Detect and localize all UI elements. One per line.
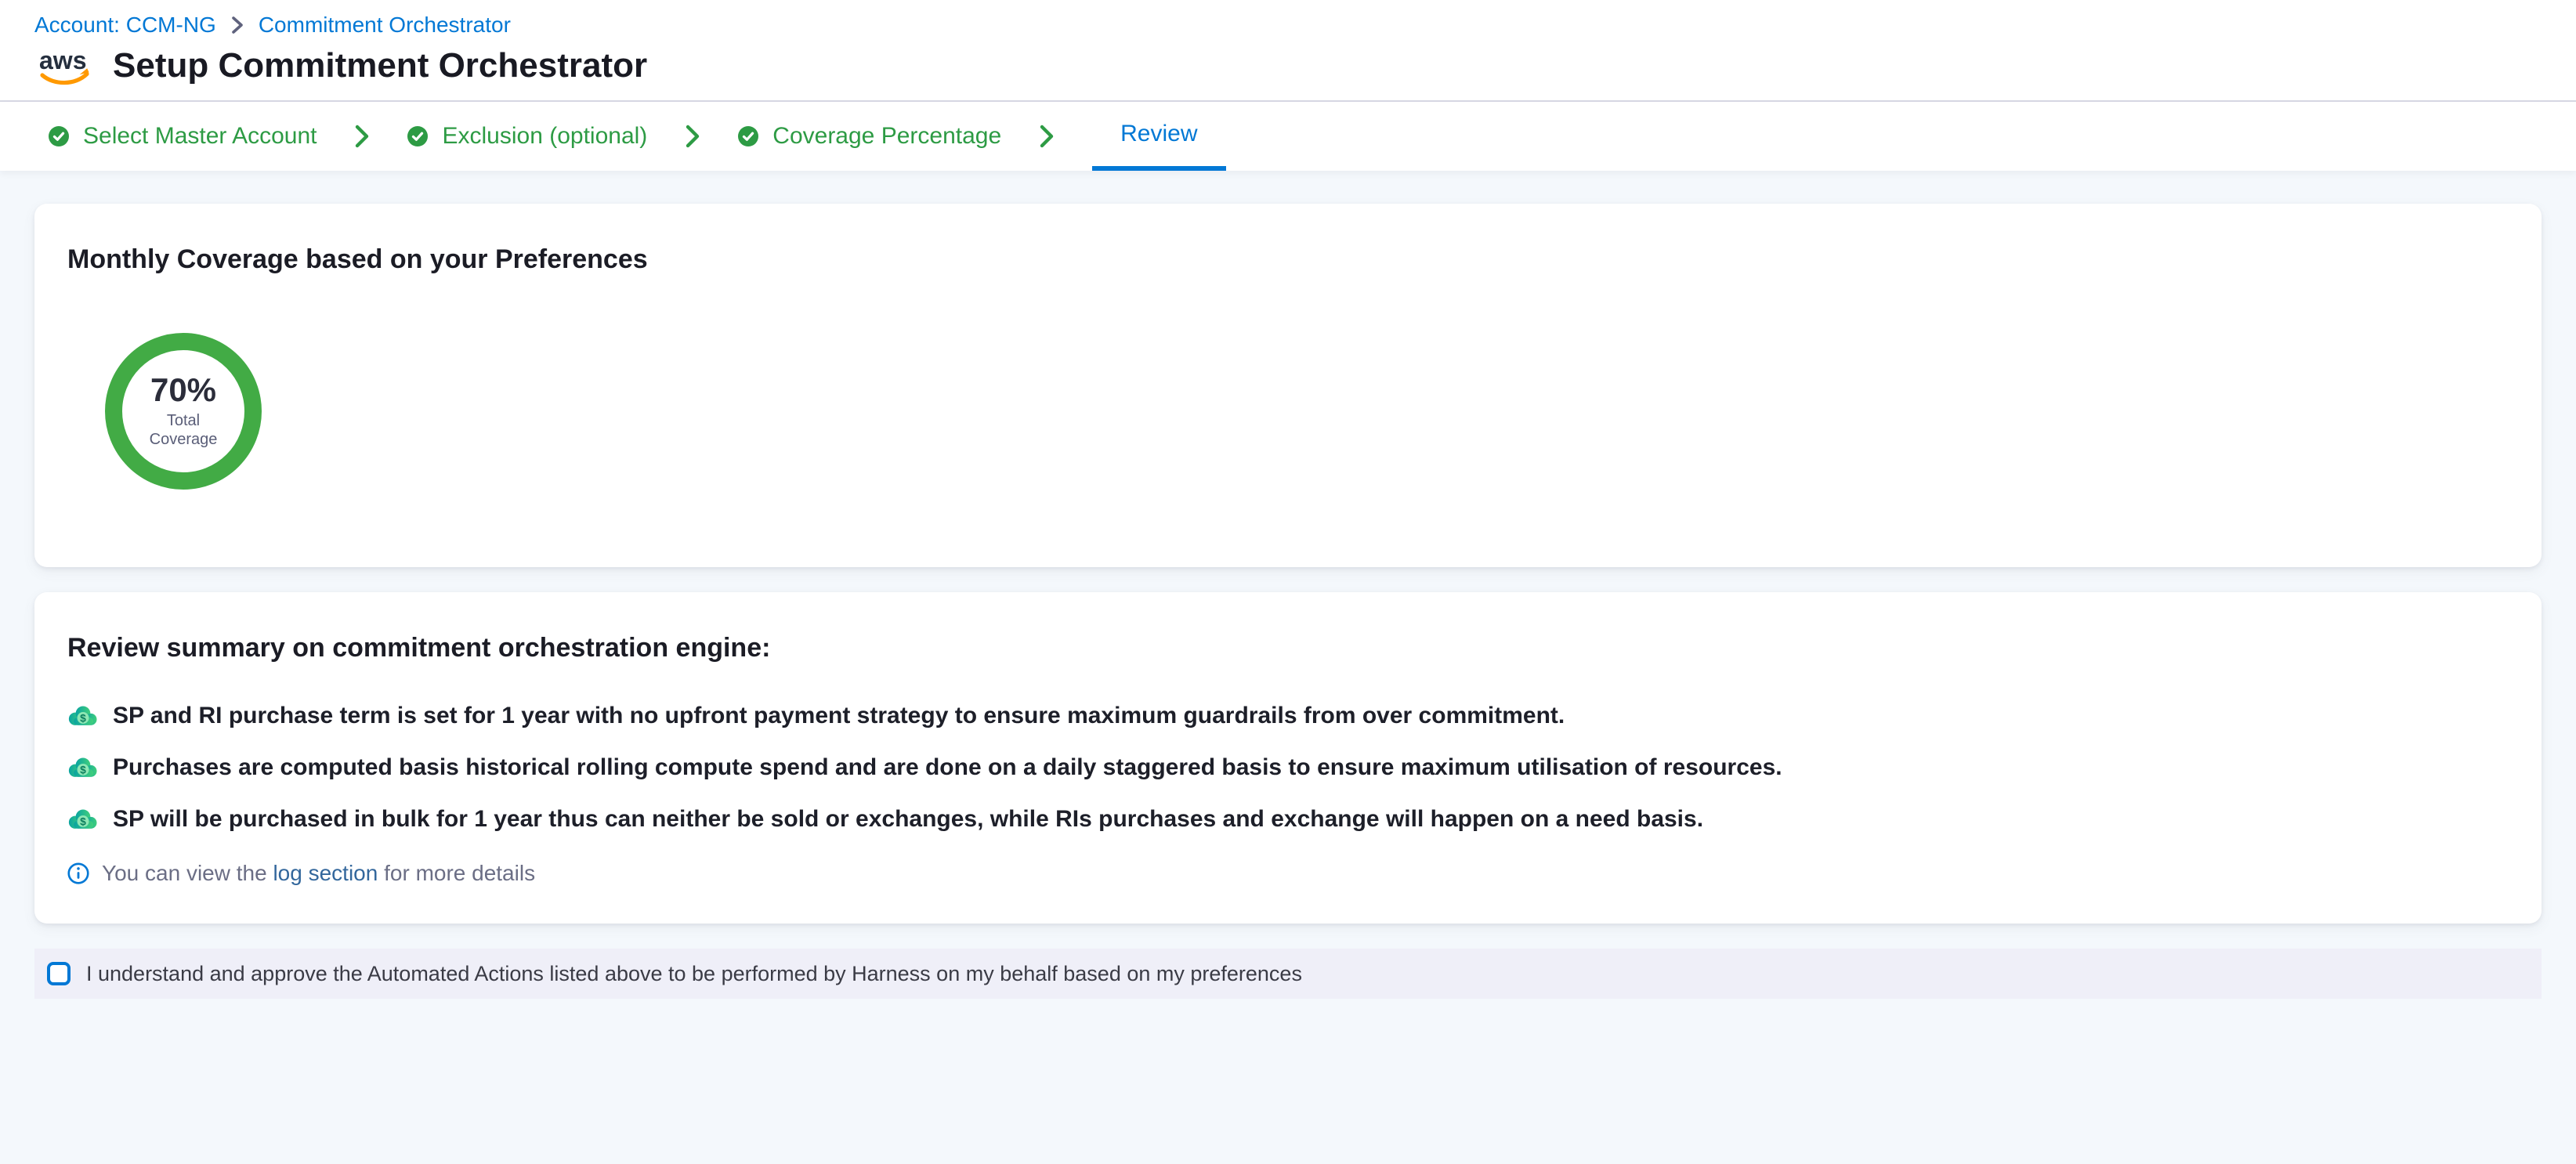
summary-point: $ SP and RI purchase term is set for 1 y… [67, 703, 2498, 729]
step-review-active-tab[interactable]: Review [1092, 102, 1225, 171]
breadcrumb: Account: CCM-NG Commitment Orchestrator [34, 13, 2576, 38]
summary-point-text: SP and RI purchase term is set for 1 yea… [113, 703, 1565, 729]
step-chevron-icon [354, 123, 370, 150]
main-content: Monthly Coverage based on your Preferenc… [0, 171, 2576, 999]
donut-ring: 70% Total Coverage [105, 333, 262, 490]
step-label: Exclusion (optional) [442, 123, 647, 150]
check-circle-icon [49, 126, 69, 146]
cloud-dollar-icon: $ [67, 704, 99, 728]
info-icon [67, 862, 89, 884]
breadcrumb-current-link[interactable]: Commitment Orchestrator [259, 13, 511, 38]
step-label: Coverage Percentage [772, 123, 1001, 150]
log-note-text: You can view the log section for more de… [102, 861, 535, 886]
svg-text:$: $ [80, 765, 86, 776]
cloud-dollar-icon: $ [67, 756, 99, 779]
step-chevron-icon [685, 123, 700, 150]
step-label: Select Master Account [83, 123, 317, 150]
summary-point: $ Purchases are computed basis historica… [67, 754, 2498, 781]
donut-caption: Total Coverage [141, 411, 226, 449]
consent-checkbox[interactable] [47, 962, 71, 985]
coverage-donut-chart: 70% Total Coverage [105, 333, 262, 490]
svg-text:aws: aws [39, 46, 86, 74]
coverage-card-title: Monthly Coverage based on your Preferenc… [67, 244, 2498, 275]
note-prefix: You can view the [102, 861, 273, 885]
summary-point-text: Purchases are computed basis historical … [113, 754, 1782, 781]
page-title: Setup Commitment Orchestrator [113, 46, 647, 85]
svg-text:$: $ [80, 816, 86, 828]
donut-percent-value: 70% [150, 374, 216, 407]
breadcrumb-account-link[interactable]: Account: CCM-NG [34, 13, 216, 38]
step-exclusion[interactable]: Exclusion (optional) [407, 123, 647, 150]
aws-logo: aws [34, 44, 94, 88]
summary-point: $ SP will be purchased in bulk for 1 yea… [67, 806, 2498, 833]
breadcrumb-chevron-icon [230, 15, 244, 35]
consent-label: I understand and approve the Automated A… [86, 962, 1302, 986]
summary-card-title: Review summary on commitment orchestrati… [67, 633, 2498, 663]
step-select-master-account[interactable]: Select Master Account [49, 123, 317, 150]
summary-point-text: SP will be purchased in bulk for 1 year … [113, 806, 1703, 833]
step-chevron-icon [1039, 123, 1055, 150]
check-circle-icon [407, 126, 428, 146]
log-note: You can view the log section for more de… [67, 861, 2498, 886]
page-header: Account: CCM-NG Commitment Orchestrator … [0, 0, 2576, 102]
setup-stepper: Select Master Account Exclusion (optiona… [0, 102, 2576, 171]
svg-text:$: $ [80, 713, 86, 725]
step-label: Review [1120, 121, 1197, 147]
note-suffix: for more details [378, 861, 535, 885]
review-summary-card: Review summary on commitment orchestrati… [34, 592, 2542, 924]
step-coverage-percentage[interactable]: Coverage Percentage [738, 123, 1001, 150]
consent-band: I understand and approve the Automated A… [34, 949, 2542, 999]
log-section-link[interactable]: log section [273, 861, 378, 885]
check-circle-icon [738, 126, 758, 146]
cloud-dollar-icon: $ [67, 808, 99, 831]
coverage-card: Monthly Coverage based on your Preferenc… [34, 204, 2542, 567]
